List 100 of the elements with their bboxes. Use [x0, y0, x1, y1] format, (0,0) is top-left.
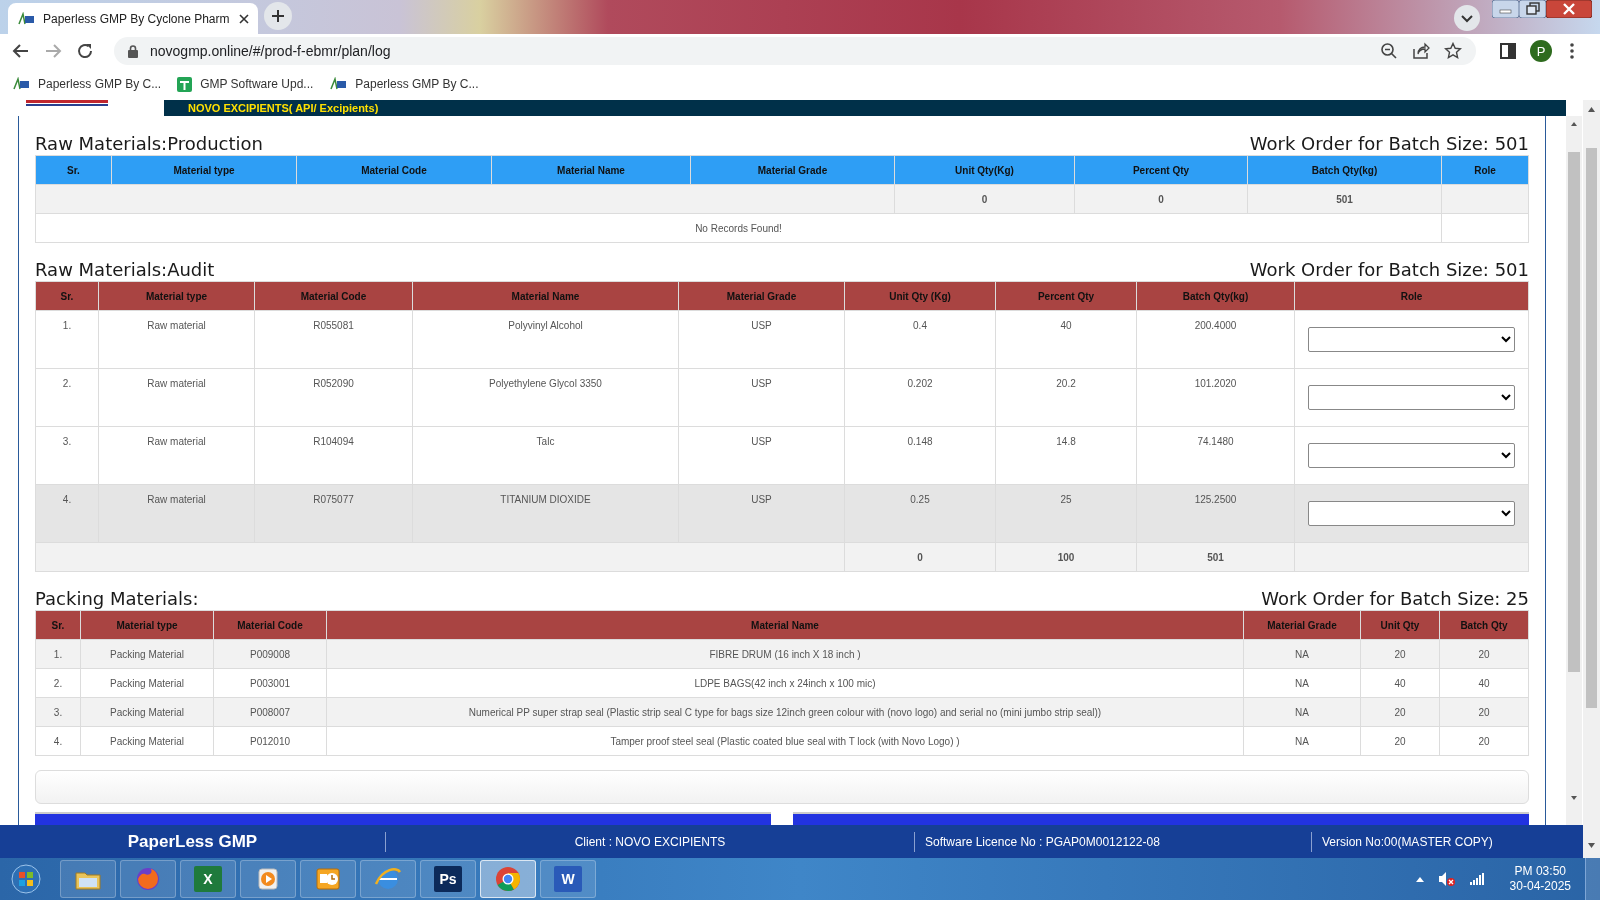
- taskbar-button[interactable]: W: [540, 860, 596, 898]
- table-cell: 2.: [35, 368, 99, 427]
- table-cell: 3.: [35, 697, 81, 727]
- table-cell: NA: [1243, 639, 1361, 669]
- section-title: Packing Materials:: [35, 588, 199, 610]
- table-cell: 2.: [35, 668, 81, 698]
- bookmark-item[interactable]: Paperless GMP By C...: [12, 77, 162, 91]
- column-header: Batch Qty: [1439, 610, 1529, 640]
- bookmark-item[interactable]: GMP Software Upd...: [177, 76, 314, 92]
- tab-title: Paperless GMP By Cyclone Pharm: [43, 11, 231, 26]
- column-header: Material type: [80, 610, 214, 640]
- table-row[interactable]: 4. Raw material R075077 TITANIUM DIOXIDE USP 0.25 25 125.2500: [35, 484, 1529, 543]
- table-cell: P009008: [213, 639, 327, 669]
- app-badge: X: [194, 866, 222, 892]
- profile-avatar[interactable]: P: [1530, 40, 1552, 62]
- table-cell: 4.: [35, 484, 99, 543]
- table-cell: 3.: [35, 426, 99, 485]
- column-header: Material Name: [412, 281, 679, 311]
- column-header: Percent Qty: [995, 281, 1137, 311]
- table-cell: R104094: [254, 426, 413, 485]
- table-cell: 4.: [35, 726, 81, 756]
- clock-time[interactable]: PM 03:50: [1514, 864, 1566, 879]
- column-header: Material Grade: [690, 155, 895, 185]
- table-row[interactable]: 1. Raw material R055081 Polyvinyl Alcohol USP 0.4 40 200.4000: [35, 310, 1529, 369]
- column-header: Role: [1441, 155, 1529, 185]
- column-header: Material type: [111, 155, 297, 185]
- table-cell: 101.2020: [1136, 368, 1295, 427]
- table-cell: 20: [1360, 697, 1440, 727]
- total-cell: 501: [1136, 542, 1295, 572]
- table-cell: FIBRE DRUM (16 inch X 18 inch ): [326, 639, 1244, 669]
- table-cell: 200.4000: [1136, 310, 1295, 369]
- total-cell: 0: [1074, 184, 1248, 214]
- column-header: Sr.: [35, 155, 112, 185]
- table-cell: R055081: [254, 310, 413, 369]
- app-badge: W: [554, 866, 582, 892]
- column-header: Material Grade: [678, 281, 845, 311]
- table-cell: 74.1480: [1136, 426, 1295, 485]
- browser-tab[interactable]: Paperless GMP By Cyclone Pharm: [8, 3, 258, 34]
- version-label: Version No:00(MASTER COPY): [1321, 834, 1493, 849]
- batch-size-title: Work Order for Batch Size: 501: [1249, 133, 1529, 155]
- url-text: novogmp.online/#/prod-f-ebmr/plan/log: [150, 43, 391, 59]
- clock-date[interactable]: 30-04-2025: [1509, 879, 1571, 894]
- batch-size-title: Work Order for Batch Size: 501: [1249, 259, 1529, 281]
- app-badge: Ps: [434, 866, 462, 892]
- table-cell: 0.202: [844, 368, 996, 427]
- table-cell: Raw material: [98, 426, 255, 485]
- column-header: Unit Qty (Kg): [844, 281, 996, 311]
- total-cell: 501: [1247, 184, 1442, 214]
- table-row[interactable]: 3. Raw material R104094 Talc USP 0.148 14.8 74.1480: [35, 426, 1529, 485]
- table-cell: Packing Material: [80, 668, 214, 698]
- address-field[interactable]: novogmp.online/#/prod-f-ebmr/plan/log: [114, 37, 1476, 65]
- taskbar-button[interactable]: X: [180, 860, 236, 898]
- batch-size-title: Work Order for Batch Size: 25: [1261, 588, 1529, 610]
- table-cell: 40: [1360, 668, 1440, 698]
- table-cell: 20: [1439, 726, 1529, 756]
- table-cell: Packing Material: [80, 639, 214, 669]
- table-cell: 14.8: [995, 426, 1137, 485]
- table-cell: 1.: [35, 639, 81, 669]
- column-header: Material Code: [296, 155, 492, 185]
- table-cell: NA: [1243, 697, 1361, 727]
- table-cell: R075077: [254, 484, 413, 543]
- bookmark-item[interactable]: Paperless GMP By C...: [329, 77, 479, 91]
- table-cell: 20: [1439, 639, 1529, 669]
- footer-brand: PaperLess GMP: [0, 831, 386, 852]
- table-cell: P012010: [213, 726, 327, 756]
- table-cell: NA: [1243, 668, 1361, 698]
- table-cell: NA: [1243, 726, 1361, 756]
- table-cell: 40: [1439, 668, 1529, 698]
- table-cell: R052090: [254, 368, 413, 427]
- column-header: Role: [1294, 281, 1529, 311]
- empty-message: No Records Found!: [695, 222, 782, 234]
- table-cell: 40: [995, 310, 1137, 369]
- column-header: Material Name: [491, 155, 691, 185]
- licence-label: Software Licence No : PGAP0M0012122-08: [915, 831, 1312, 852]
- table-cell: 125.2500: [1136, 484, 1295, 543]
- table-row[interactable]: 2. Raw material R052090 Polyethylene Glycol 3350 USP 0.202 20.2 101.2020: [35, 368, 1529, 427]
- total-cell: 0: [844, 542, 996, 572]
- total-cell: 100: [995, 542, 1137, 572]
- column-header: Percent Qty: [1074, 155, 1248, 185]
- table-cell: P008007: [213, 697, 327, 727]
- table-cell: Numerical PP super strap seal (Plastic strip seal C type for bags size 12inch green colour with (novo logo) and serial no (mini jumbo strip seal)): [326, 697, 1244, 727]
- client-label: Client : NOVO EXCIPIENTS: [386, 831, 915, 852]
- table-cell: P003001: [213, 668, 327, 698]
- table-cell: USP: [678, 310, 845, 369]
- table-cell: 25: [995, 484, 1137, 543]
- table-cell: 0.4: [844, 310, 996, 369]
- column-header: Material Code: [213, 610, 327, 640]
- table-cell: 20: [1439, 697, 1529, 727]
- company-name: NOVO EXCIPIENTS( API/ Excipients): [188, 102, 379, 114]
- table-cell: Raw material: [98, 310, 255, 369]
- total-cell: 0: [894, 184, 1075, 214]
- table-cell: USP: [678, 368, 845, 427]
- table-cell: USP: [678, 426, 845, 485]
- table-cell: Polyethylene Glycol 3350: [412, 368, 679, 427]
- column-header: Unit Qty: [1360, 610, 1440, 640]
- column-header: Unit Qty(Kg): [894, 155, 1075, 185]
- column-header: Material type: [98, 281, 255, 311]
- table-cell: 1.: [35, 310, 99, 369]
- column-header: Batch Qty(kg): [1247, 155, 1442, 185]
- taskbar-button[interactable]: Ps: [420, 860, 476, 898]
